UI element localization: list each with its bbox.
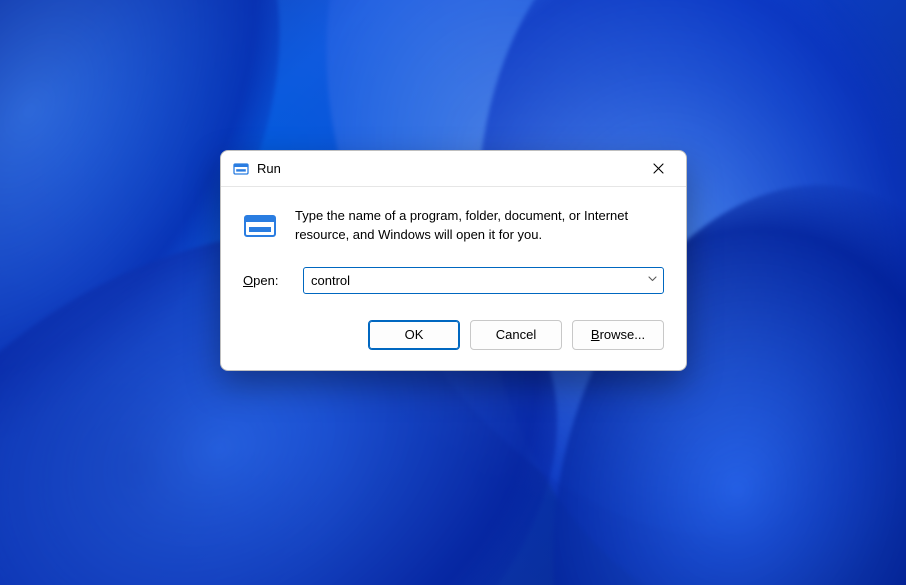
ok-button[interactable]: OK	[368, 320, 460, 350]
run-dialog: Run Type the name of a program, folder, …	[220, 150, 687, 371]
titlebar[interactable]: Run	[221, 151, 686, 187]
run-icon-large	[243, 209, 277, 243]
open-label: Open:	[243, 273, 289, 288]
dialog-description: Type the name of a program, folder, docu…	[295, 207, 664, 245]
open-input[interactable]	[303, 267, 664, 294]
open-combobox[interactable]	[303, 267, 664, 294]
browse-button[interactable]: Browse...	[572, 320, 664, 350]
cancel-button[interactable]: Cancel	[470, 320, 562, 350]
desktop-wallpaper: Run Type the name of a program, folder, …	[0, 0, 906, 585]
dialog-title: Run	[257, 161, 281, 176]
button-row: OK Cancel Browse...	[221, 298, 686, 370]
close-button[interactable]	[636, 154, 680, 184]
close-icon	[653, 163, 664, 174]
run-icon	[233, 161, 249, 177]
